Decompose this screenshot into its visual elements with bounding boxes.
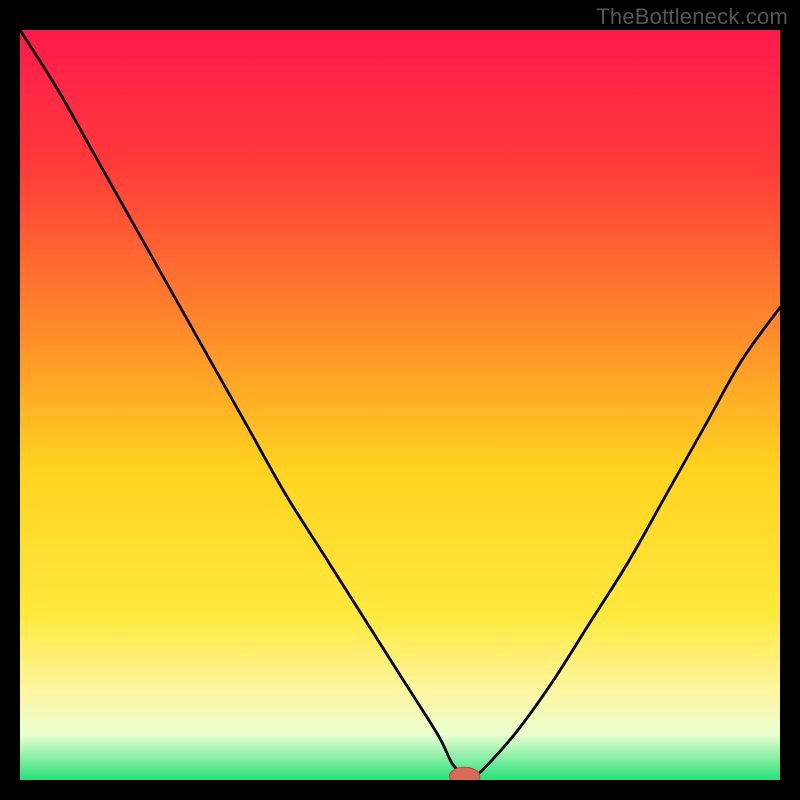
chart-frame: TheBottleneck.com [0, 0, 800, 800]
gradient-background [20, 30, 780, 780]
watermark-text: TheBottleneck.com [596, 4, 788, 30]
plot-area [20, 30, 780, 780]
plot-svg [20, 30, 780, 780]
